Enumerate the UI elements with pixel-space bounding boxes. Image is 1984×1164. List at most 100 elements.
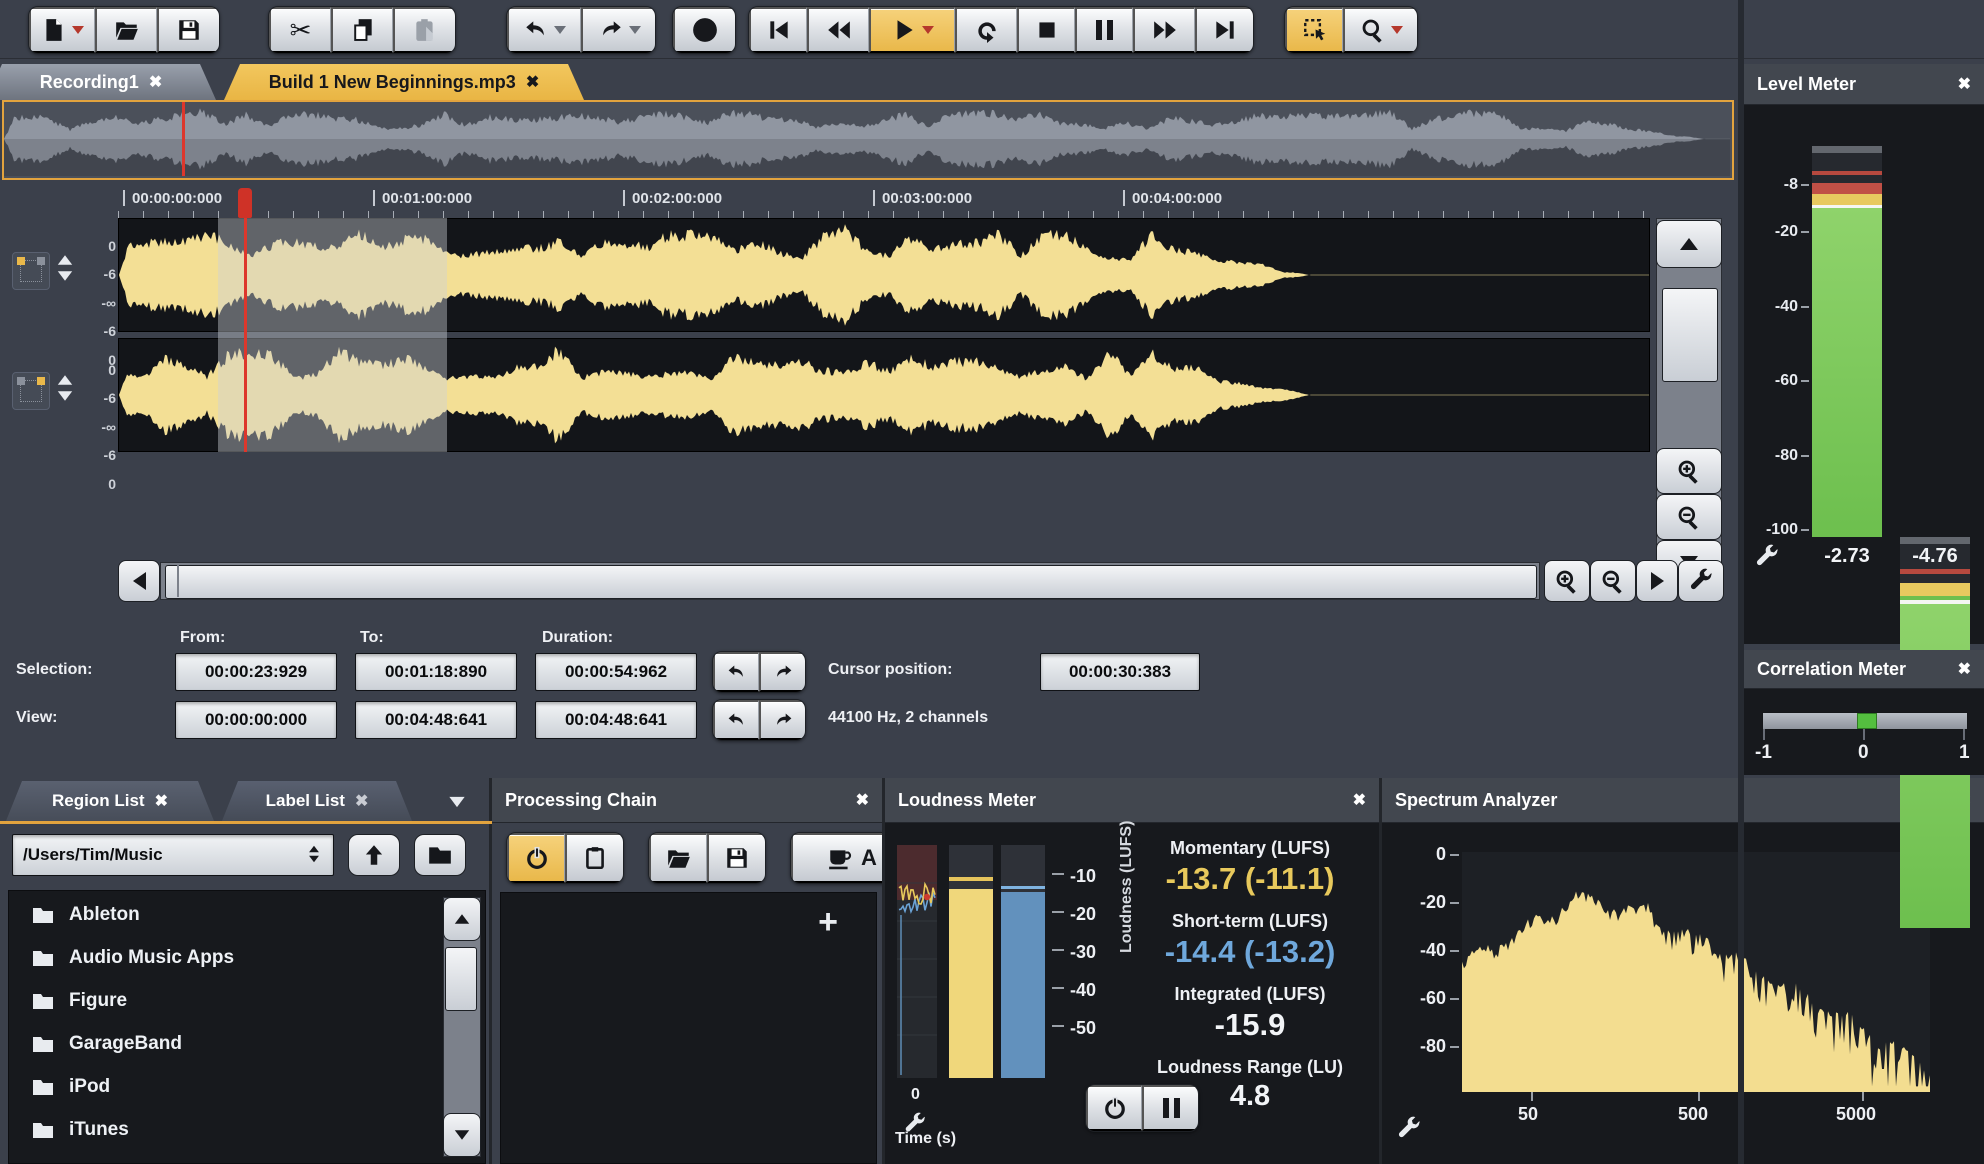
cursor-flag[interactable]	[238, 188, 252, 218]
save-button[interactable]	[157, 7, 219, 53]
view-undo-button[interactable]	[713, 700, 759, 740]
down-arrow-icon	[454, 1130, 470, 1140]
spinner-up-icon[interactable]	[57, 375, 73, 385]
hscroll-right-button[interactable]	[1636, 560, 1678, 602]
panel-close-icon[interactable]: ✖	[1958, 659, 1971, 679]
view-to-field[interactable]: 00:04:48:641	[355, 701, 517, 739]
overview-cursor[interactable]	[182, 102, 185, 176]
panel-tabs-menu-icon[interactable]	[449, 796, 465, 808]
panel-close-icon[interactable]: ✖	[1958, 74, 1971, 94]
skip-end-button[interactable]	[1195, 7, 1253, 53]
list-item[interactable]: iTunes	[31, 1118, 129, 1142]
list-scroll-thumb[interactable]	[445, 947, 477, 1011]
list-item[interactable]: GarageBand	[31, 1032, 182, 1056]
parent-folder-button[interactable]	[348, 834, 400, 876]
tab-file-close-icon[interactable]: ✖	[526, 72, 539, 92]
list-item[interactable]: Audio Music Apps	[31, 946, 234, 970]
add-effect-button[interactable]: +	[818, 905, 838, 939]
panel-titlebar: Processing Chain ✖	[492, 778, 882, 823]
tab-region-list-close-icon[interactable]: ✖	[155, 791, 168, 811]
time-ruler[interactable]: 00:00:00:000 00:01:00:000 00:02:00:000 0…	[118, 186, 1650, 218]
selection-duration-field[interactable]: 00:00:54:962	[535, 653, 697, 691]
spinner-down-icon[interactable]	[57, 271, 73, 281]
channel1-select-button[interactable]	[12, 252, 50, 290]
stop-button[interactable]	[1017, 7, 1075, 53]
channel1-height-spinner[interactable]	[56, 254, 76, 286]
combobox-spinner-icon[interactable]	[305, 843, 323, 865]
panel-close-icon[interactable]: ✖	[856, 790, 869, 810]
list-item[interactable]: Figure	[31, 989, 127, 1013]
chain-paste-button[interactable]	[565, 833, 623, 883]
horizontal-zoom-in-button[interactable]	[1544, 560, 1590, 602]
folder-icon	[31, 946, 55, 970]
new-file-button[interactable]	[29, 7, 95, 53]
list-scroll-up-button[interactable]	[443, 897, 481, 941]
selection-from-field[interactable]: 00:00:23:929	[175, 653, 337, 691]
spinner-up-icon[interactable]	[57, 255, 73, 265]
channel2-select-button[interactable]	[12, 372, 50, 410]
overview-waveform[interactable]	[2, 100, 1734, 180]
selection-redo-button[interactable]	[759, 652, 805, 692]
up-arrow-icon	[454, 914, 470, 924]
skip-start-button[interactable]	[749, 7, 807, 53]
browse-folder-button[interactable]	[414, 834, 466, 876]
selection-tool-button[interactable]	[1285, 7, 1343, 53]
ruler-tick	[1193, 211, 1194, 218]
record-button[interactable]	[673, 7, 735, 53]
copy-button[interactable]	[331, 7, 393, 53]
play-button[interactable]	[869, 7, 955, 53]
level-meter-settings-button[interactable]	[1754, 544, 1780, 570]
zoom-tool-button[interactable]	[1343, 7, 1417, 53]
horizontal-zoom-out-button[interactable]	[1590, 560, 1636, 602]
hscroll-thumb[interactable]	[165, 565, 1537, 599]
vertical-zoom-out-button[interactable]	[1656, 494, 1722, 540]
path-combobox[interactable]: /Users/Tim/Music	[12, 834, 334, 876]
cut-button[interactable]: ✂	[269, 7, 331, 53]
redo-button[interactable]	[581, 7, 655, 53]
panel-close-icon[interactable]: ✖	[1353, 790, 1366, 810]
spectrum-analyzer-panel: Spectrum Analyzer ✖ 0 -20 -40 -60 -80 50…	[1382, 778, 1984, 1164]
tab-recording1-close-icon[interactable]: ✖	[149, 72, 162, 92]
loop-button[interactable]	[955, 7, 1017, 53]
paste-button[interactable]	[393, 7, 455, 53]
loudness-settings-button[interactable]	[903, 1112, 927, 1136]
channel2-height-spinner[interactable]	[56, 374, 76, 406]
chain-save-button[interactable]	[707, 833, 765, 883]
hscroll-left-button[interactable]	[118, 560, 160, 602]
horizontal-scrollbar[interactable]	[160, 562, 1540, 600]
tab-label-list[interactable]: Label List ✖	[222, 781, 412, 821]
cursor-position-field[interactable]: 00:00:30:383	[1040, 653, 1200, 691]
chain-enable-button[interactable]	[507, 833, 565, 883]
tab-recording1[interactable]: Recording1 ✖	[0, 64, 216, 100]
list-item[interactable]: Ableton	[31, 903, 140, 927]
view-from-field[interactable]: 00:00:00:000	[175, 701, 337, 739]
tab-region-list[interactable]: Region List ✖	[6, 781, 214, 821]
vscroll-thumb[interactable]	[1662, 288, 1718, 382]
chain-apply-button[interactable]: A	[791, 833, 882, 883]
spinner-down-icon[interactable]	[57, 391, 73, 401]
vertical-zoom-in-button[interactable]	[1656, 448, 1722, 494]
chain-effect-list[interactable]: +	[500, 892, 877, 1164]
tab-file[interactable]: Build 1 New Beginnings.mp3 ✖	[224, 64, 584, 100]
spectrum-settings-button[interactable]	[1396, 1116, 1422, 1142]
view-redo-button[interactable]	[759, 700, 805, 740]
editor-settings-button[interactable]	[1678, 560, 1724, 602]
selection-undo-button[interactable]	[713, 652, 759, 692]
ruler-tick	[1018, 211, 1019, 218]
vscroll-up-button[interactable]	[1656, 220, 1722, 268]
list-scroll-down-button[interactable]	[443, 1113, 481, 1157]
undo-button[interactable]	[507, 7, 581, 53]
selection-to-field[interactable]: 00:01:18:890	[355, 653, 517, 691]
open-file-button[interactable]	[95, 7, 157, 53]
ruler-tick	[1593, 211, 1594, 218]
folder-list[interactable]: Ableton Audio Music Apps Figure GarageBa…	[8, 890, 486, 1164]
list-item[interactable]: iPod	[31, 1075, 110, 1099]
selection-tool-icon	[1302, 17, 1328, 43]
tab-label-list-close-icon[interactable]: ✖	[355, 791, 368, 811]
pause-button[interactable]	[1075, 7, 1133, 53]
view-duration-field[interactable]: 00:04:48:641	[535, 701, 697, 739]
level-meter-left-bar	[1812, 146, 1882, 537]
chain-load-button[interactable]	[649, 833, 707, 883]
rewind-button[interactable]	[807, 7, 869, 53]
fast-forward-button[interactable]	[1133, 7, 1195, 53]
